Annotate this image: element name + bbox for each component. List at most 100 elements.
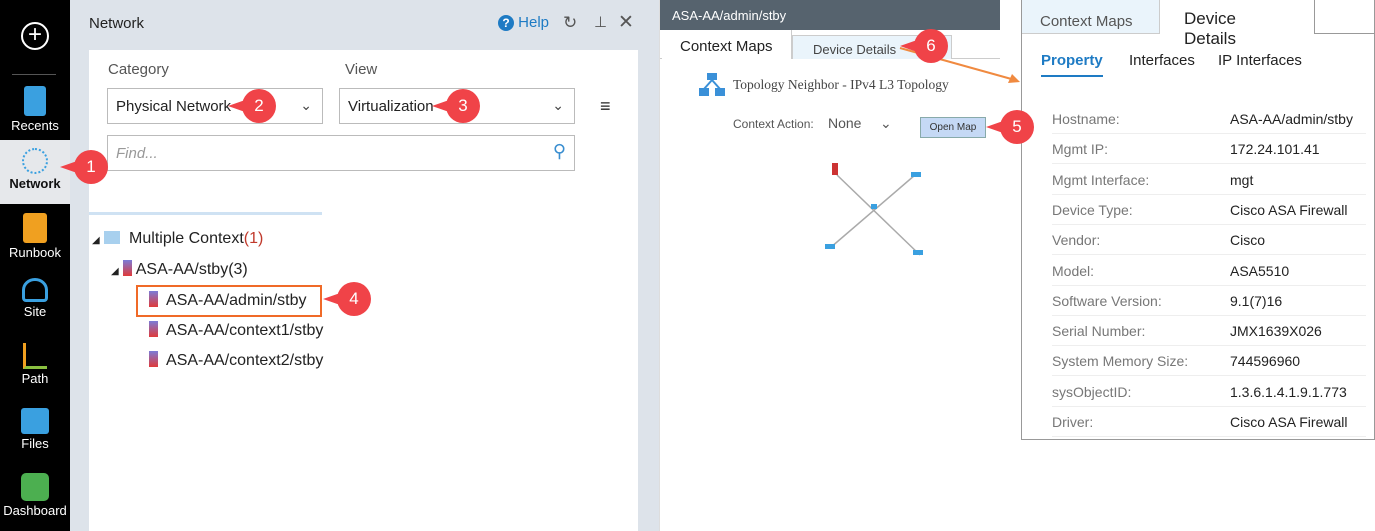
node-label: ASA-AA/stby(3) — [135, 261, 248, 278]
label: Files — [21, 436, 49, 451]
tree-node-context[interactable]: ASA-AA/context2/stby — [149, 351, 323, 370]
tree-node-context[interactable]: ASA-AA/context1/stby — [149, 321, 323, 340]
firewall-icon — [149, 351, 158, 367]
subtab-interfaces[interactable]: Interfaces — [1129, 52, 1195, 69]
tab-device-details[interactable]: Device Details — [1160, 0, 1315, 48]
context-action-select[interactable]: None ⌄ — [828, 115, 898, 131]
property-key: Mgmt Interface: — [1052, 171, 1150, 188]
sidebar-item-path[interactable]: Path — [0, 335, 70, 399]
property-value: ASA5510 — [1230, 262, 1290, 279]
firewall-icon — [149, 321, 158, 337]
refresh-icon[interactable]: ↻ — [563, 13, 577, 33]
property-row: Mgmt Interface: mgt — [1052, 165, 1366, 195]
property-row: Software Version: 9.1(7)16 — [1052, 286, 1366, 316]
property-key: Vendor: — [1052, 232, 1101, 249]
tree-node-context[interactable]: ASA-AA/admin/stby — [149, 291, 307, 310]
callout-6: 6 — [900, 29, 948, 63]
tree-node-device[interactable]: ◢ ASA-AA/stby(3) — [111, 260, 248, 279]
node-label: Multiple Context — [129, 230, 244, 247]
property-value: mgt — [1230, 171, 1254, 188]
label: Recents — [11, 118, 59, 133]
sidebar-item-recents[interactable]: Recents — [0, 78, 70, 142]
firewall-icon — [123, 260, 133, 276]
property-row: Mgmt IP: 172.24.101.41 — [1052, 134, 1366, 165]
dashboard-icon — [21, 473, 49, 501]
close-icon[interactable]: ✕ — [618, 11, 634, 34]
files-icon — [21, 408, 49, 434]
callout-4: 4 — [323, 282, 371, 316]
sidebar-item-dashboard[interactable]: Dashboard — [0, 465, 70, 529]
property-key: Driver: — [1052, 414, 1094, 430]
property-key: Device Type: — [1052, 201, 1133, 218]
category-select[interactable]: Physical Network ⌄ — [107, 88, 323, 124]
left-nav: + Recents Network Runbook Site Path File… — [0, 0, 70, 531]
map-title: Topology Neighbor - IPv4 L3 Topology — [733, 77, 949, 92]
view-value: Virtualization — [348, 98, 434, 115]
property-key: sysObjectID: — [1052, 383, 1132, 400]
sidebar-item-files[interactable]: Files — [0, 400, 70, 464]
folder-icon — [104, 231, 121, 244]
property-row: Vendor: Cisco — [1052, 225, 1366, 256]
topology-icon — [698, 72, 726, 98]
callout-5: 5 — [986, 110, 1034, 144]
runbook-icon — [23, 213, 47, 243]
find-input[interactable]: Find... ⚲ — [107, 135, 575, 171]
expand-icon: ◢ — [111, 266, 119, 277]
expand-icon: ◢ — [92, 235, 100, 246]
search-icon: ⚲ — [552, 141, 566, 161]
sidebar-item-runbook[interactable]: Runbook — [0, 205, 70, 269]
property-key: System Memory Size: — [1052, 353, 1189, 370]
property-key: Software Version: — [1052, 292, 1162, 309]
category-value: Physical Network — [116, 98, 232, 115]
help-label: Help — [518, 14, 550, 31]
find-placeholder: Find... — [116, 145, 158, 162]
callout-1: 1 — [60, 150, 108, 184]
context-panel-title: ASA-AA/admin/stby — [660, 0, 1000, 30]
property-row: Device Type: Cisco ASA Firewall — [1052, 195, 1366, 225]
menu-icon[interactable]: ≡ — [600, 96, 611, 117]
sidebar-item-site[interactable]: Site — [0, 270, 70, 334]
view-label: View — [345, 61, 378, 78]
property-value: 1.3.6.1.4.1.9.1.773 — [1230, 383, 1347, 400]
help-link[interactable]: ? Help — [498, 14, 549, 31]
pin-icon[interactable]: ⊥ — [594, 13, 607, 31]
panel-title: Network — [89, 15, 145, 32]
subtab-ip-interfaces[interactable]: IP Interfaces — [1218, 52, 1302, 69]
callout-2: 2 — [228, 89, 276, 123]
property-value: 744596960 — [1230, 353, 1301, 370]
tree-node-multiple-context[interactable]: ◢ Multiple Context(1) — [92, 230, 263, 248]
context-action-value: None — [828, 115, 862, 131]
label: Site — [23, 304, 47, 319]
device-details-panel: Context Maps Device Details Property Int… — [1021, 0, 1375, 440]
property-row: Model: ASA5510 — [1052, 256, 1366, 286]
subtab-property[interactable]: Property — [1041, 52, 1103, 77]
property-value: JMX1639X026 — [1230, 323, 1322, 340]
label: Dashboard — [3, 503, 67, 518]
context-panel: ASA-AA/admin/stby Context Maps Device De… — [659, 0, 1000, 531]
tab-context-maps[interactable]: Context Maps — [662, 30, 792, 59]
property-value: 172.24.101.41 — [1230, 141, 1320, 158]
add-icon[interactable]: + — [21, 22, 49, 50]
open-map-button[interactable]: Open Map — [920, 117, 986, 138]
divider — [89, 212, 322, 215]
chevron-down-icon: ⌄ — [552, 97, 564, 113]
tab-context-maps[interactable]: Context Maps — [1022, 0, 1160, 34]
node-label: ASA-AA/context2/stby — [166, 352, 324, 369]
node-count: (1) — [243, 230, 264, 247]
property-value: Cisco ASA Firewall — [1230, 414, 1348, 430]
help-icon: ? — [498, 15, 514, 31]
node-label: ASA-AA/admin/stby — [166, 292, 307, 309]
property-value: Cisco — [1230, 232, 1266, 249]
property-row: System Memory Size: 744596960 — [1052, 346, 1366, 377]
category-label: Category — [108, 61, 169, 78]
label: Network — [9, 176, 61, 191]
path-icon — [23, 343, 47, 369]
label: Runbook — [8, 245, 62, 260]
property-value: ASA-AA/admin/stby — [1230, 111, 1353, 127]
property-row: Serial Number: JMX1639X026 — [1052, 316, 1366, 347]
callout-3: 3 — [432, 89, 480, 123]
property-key: Hostname: — [1052, 111, 1120, 127]
map-preview[interactable] — [815, 160, 935, 270]
chevron-down-icon: ⌄ — [880, 115, 892, 131]
divider — [12, 74, 56, 75]
